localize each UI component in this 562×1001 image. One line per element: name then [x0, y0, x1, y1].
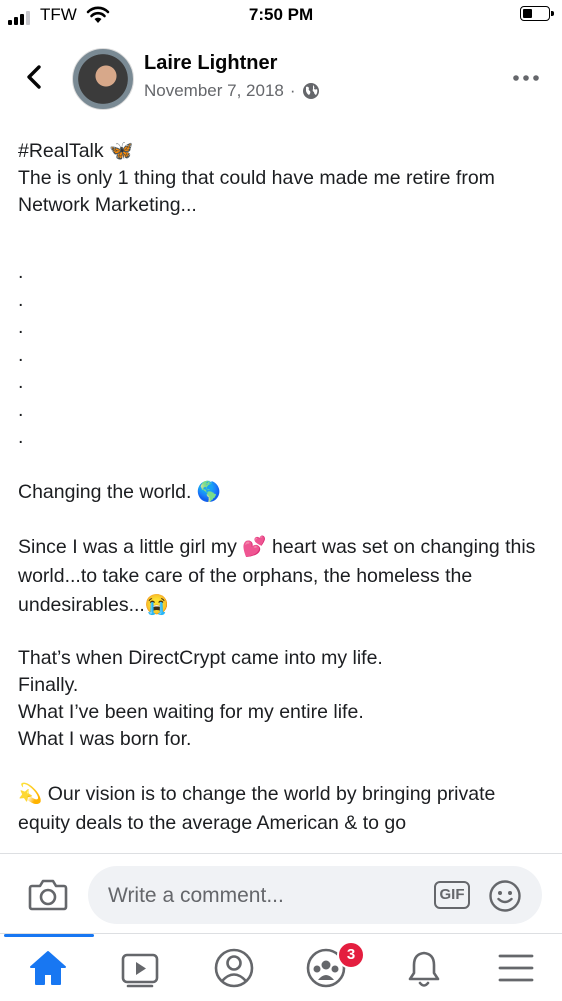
post-paragraph: Since I was a little girl my 💕 heart was…: [18, 535, 536, 616]
author-name[interactable]: Laire Lightner: [144, 52, 277, 75]
smiley-icon[interactable]: [488, 879, 522, 913]
post-paragraph: . . . . . . .: [18, 261, 24, 448]
camera-icon[interactable]: [28, 876, 68, 912]
globe-icon: [302, 83, 319, 99]
meta-separator: ·: [289, 81, 296, 100]
watch-icon[interactable]: [118, 946, 162, 990]
gif-button[interactable]: GIF: [434, 881, 470, 909]
comment-bar: GIF: [0, 853, 562, 934]
comment-input[interactable]: [106, 866, 430, 926]
post-paragraph: 💫 Our vision is to change the world by b…: [18, 782, 496, 834]
post-paragraph: #RealTalk 🦋 The is only 1 thing that cou…: [18, 140, 495, 216]
status-time: 7:50 PM: [248, 5, 314, 24]
post-paragraph: Changing the world. 🌎: [18, 480, 222, 503]
post-date[interactable]: November 7, 2018: [144, 81, 284, 101]
active-tab-indicator: [4, 934, 94, 937]
more-horizontal-icon[interactable]: [512, 68, 540, 88]
bell-icon[interactable]: [402, 946, 446, 990]
post-paragraph: That’s when DirectCrypt came into my lif…: [18, 646, 383, 750]
post-meta: November 7, 2018 ·: [144, 81, 320, 101]
notification-badge: 3: [337, 941, 365, 969]
status-bar: TFW 7:50 PM: [0, 0, 562, 32]
profile-icon[interactable]: [212, 946, 256, 990]
post-header: Laire Lightner November 7, 2018 ·: [0, 40, 562, 118]
menu-icon[interactable]: [494, 946, 538, 990]
back-button[interactable]: [18, 60, 52, 94]
post-text: #RealTalk 🦋 The is only 1 thing that cou…: [18, 138, 548, 850]
avatar[interactable]: [72, 48, 134, 110]
battery-icon: [520, 6, 554, 21]
tab-bar: 3: [0, 933, 562, 1001]
home-icon[interactable]: [26, 946, 70, 990]
comment-field: GIF: [88, 866, 542, 926]
